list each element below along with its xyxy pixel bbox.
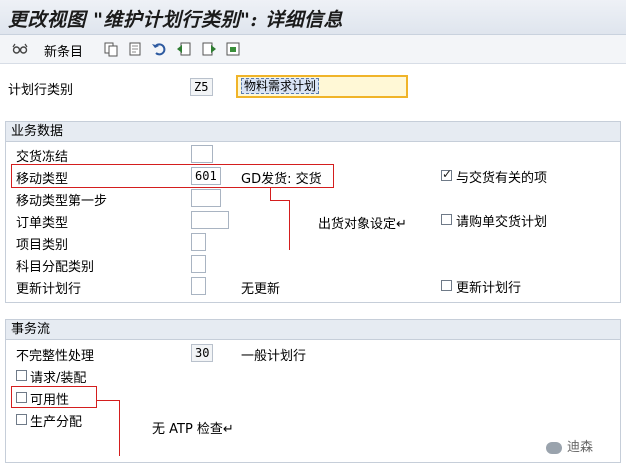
- availability-highlight: [11, 386, 97, 408]
- relevant-for-delivery-label: 与交货有关的项: [456, 171, 548, 186]
- production-allocation-checkbox[interactable]: [16, 414, 27, 425]
- application-toolbar: [0, 35, 626, 64]
- update-schedule-line-checkbox[interactable]: [441, 280, 452, 291]
- movement-note-text: 出货对象设定↵: [318, 217, 407, 232]
- wechat-icon: [546, 441, 562, 454]
- schedule-line-category-code: Z5: [190, 78, 213, 96]
- schedule-line-category-description[interactable]: 物料需求计划: [236, 75, 408, 98]
- atp-note-text: 无 ATP 检查↵: [152, 422, 234, 437]
- prev-icon[interactable]: [176, 41, 192, 57]
- requirements-assembly-checkbox[interactable]: [16, 370, 27, 381]
- relevant-for-delivery-checkbox[interactable]: [441, 167, 452, 181]
- undo-icon[interactable]: [151, 41, 167, 57]
- update-schedule-line-input[interactable]: [191, 277, 206, 295]
- movement-connector-bracket: [289, 200, 290, 250]
- page-title: 更改视图 "维护计划行类别": 详细信息: [8, 9, 344, 31]
- movement-type-step1-label: 移动类型第一步: [16, 194, 108, 209]
- atp-note: 无 ATP 检查↵: [126, 402, 254, 457]
- item-category-label: 项目类别: [16, 238, 69, 253]
- order-type-label: 订单类型: [16, 216, 69, 231]
- copy-icon[interactable]: [103, 41, 119, 57]
- movement-type-highlight: [11, 164, 334, 188]
- next-icon[interactable]: [201, 41, 217, 57]
- schedule-line-category-label: 计划行类别: [8, 83, 74, 98]
- availability-connector: [97, 400, 119, 401]
- update-schedule-line-cb-label: 更新计划行: [456, 281, 522, 296]
- select-block-icon[interactable]: [225, 41, 241, 57]
- transaction-flow-group: 事务流: [5, 319, 621, 463]
- title-bar: 更改视图 "维护计划行类别": 详细信息: [0, 0, 626, 35]
- new-entries-button[interactable]: 新条目: [44, 41, 83, 60]
- incompletion-input[interactable]: 30: [191, 344, 213, 362]
- order-type-input[interactable]: [191, 211, 229, 229]
- purchase-req-schedule-label: 请购单交货计划: [456, 215, 548, 230]
- item-category-input[interactable]: [191, 233, 206, 251]
- incompletion-text: 一般计划行: [241, 349, 307, 364]
- availability-bracket: [119, 400, 120, 456]
- business-data-title: 业务数据: [6, 122, 620, 142]
- account-assignment-label: 科目分配类别: [16, 260, 95, 275]
- movement-connector-horizontal: [270, 200, 290, 201]
- requirements-assembly-label: 请求/装配: [30, 371, 87, 386]
- production-allocation-label: 生产分配: [30, 415, 83, 430]
- movement-connector-vertical: [270, 188, 271, 200]
- transaction-flow-title: 事务流: [6, 320, 620, 340]
- delete-icon[interactable]: [127, 41, 143, 57]
- watermark-text: 迪森: [567, 440, 594, 455]
- delivery-block-label: 交货冻结: [16, 150, 69, 165]
- description-text: 物料需求计划: [241, 78, 320, 94]
- purchase-req-schedule-checkbox[interactable]: [441, 214, 452, 225]
- incompletion-label: 不完整性处理: [16, 349, 95, 364]
- movement-type-step1-input[interactable]: [191, 189, 221, 207]
- watermark: 迪森: [546, 436, 593, 455]
- update-schedule-line-text: 无更新: [241, 282, 281, 297]
- delivery-block-input[interactable]: [191, 145, 213, 163]
- update-schedule-line-label: 更新计划行: [16, 282, 82, 297]
- account-assignment-input[interactable]: [191, 255, 206, 273]
- movement-note: 出货对象设定↵: [296, 200, 426, 250]
- glasses-icon[interactable]: [12, 41, 28, 57]
